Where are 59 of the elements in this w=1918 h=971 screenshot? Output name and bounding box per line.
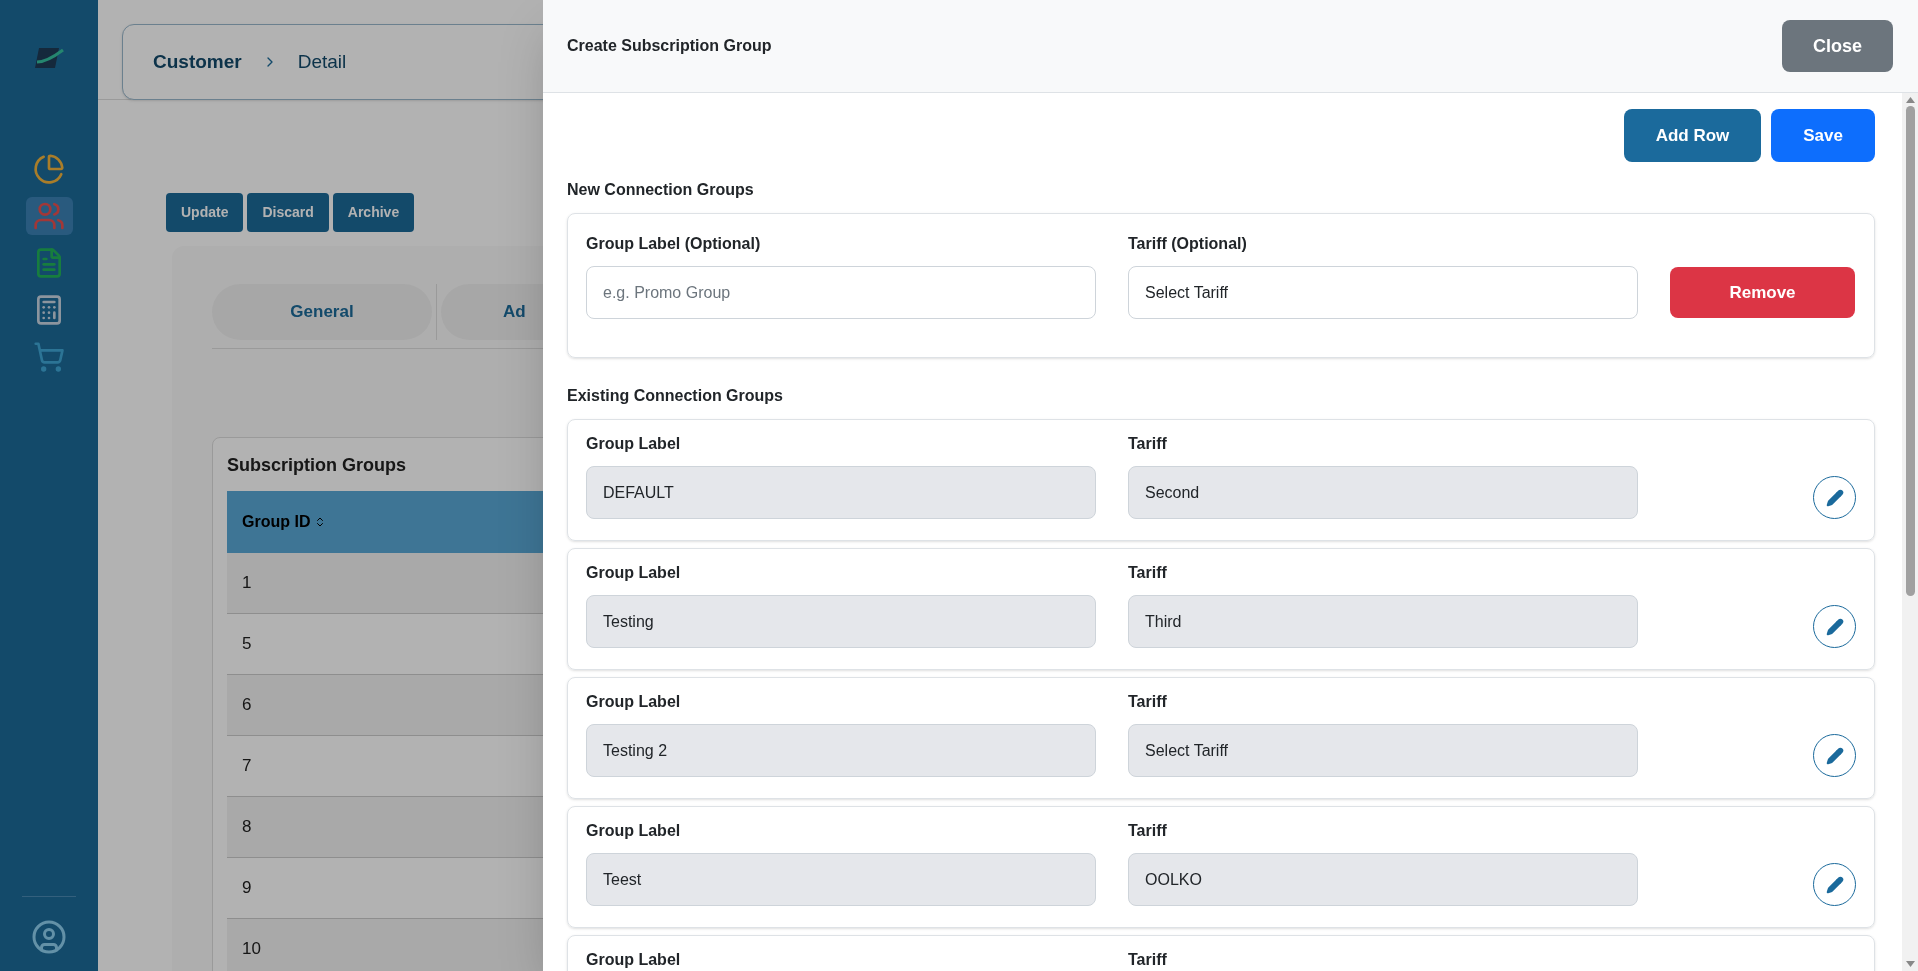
group-label-field[interactable]: Teest — [586, 853, 1096, 906]
group-label-field[interactable]: Testing — [586, 595, 1096, 648]
table-cell-text: 9 — [242, 877, 252, 900]
edit-button[interactable] — [1813, 734, 1856, 777]
field-label: Group Label — [586, 950, 682, 970]
tariff-select[interactable]: Select Tariff — [1128, 266, 1638, 319]
field-label: Group Label — [586, 563, 682, 583]
action-button[interactable]: Archive — [332, 193, 415, 232]
group-label-field[interactable]: DEFAULT — [586, 466, 1096, 519]
pencil-icon — [1825, 746, 1844, 765]
people-icon — [33, 200, 65, 232]
action-button[interactable]: Discard — [247, 193, 329, 232]
edit-button[interactable] — [1813, 605, 1856, 648]
add-row-button[interactable]: Add Row — [1624, 109, 1761, 162]
tab[interactable]: General — [212, 284, 432, 340]
user-avatar-icon[interactable] — [31, 919, 67, 955]
column-header[interactable]: Group ID — [242, 510, 311, 534]
table-title: Subscription Groups — [227, 454, 407, 477]
section-title: New Connection Groups — [567, 180, 755, 200]
edit-button[interactable] — [1813, 863, 1856, 906]
table-cell-text: 8 — [242, 816, 252, 839]
table-cell-text: 10 — [242, 938, 261, 961]
panel-title: Create Subscription Group — [567, 36, 772, 56]
cart-icon — [33, 341, 65, 373]
tariff-field[interactable]: OOLKO — [1128, 853, 1638, 906]
breadcrumb-current: Detail — [297, 49, 347, 74]
tariff-field[interactable]: Second — [1128, 466, 1638, 519]
table-cell-text: 7 — [242, 755, 252, 778]
scroll-down-arrow-icon[interactable] — [1905, 961, 1915, 967]
field-label: Group Label — [586, 692, 682, 712]
pencil-icon — [1825, 875, 1844, 894]
pencil-icon — [1825, 488, 1844, 507]
table-cell-text: 1 — [242, 572, 252, 595]
action-button[interactable]: Update — [166, 193, 244, 232]
close-button[interactable]: Close — [1782, 20, 1893, 72]
field-label: Tariff — [1128, 950, 1168, 970]
tariff-field[interactable]: Select Tariff — [1128, 724, 1638, 777]
breadcrumb-link[interactable]: Customer — [153, 47, 242, 77]
scrollbar-thumb[interactable] — [1905, 106, 1915, 596]
field-label: Tariff — [1128, 563, 1168, 583]
field-label: Tariff — [1128, 692, 1168, 712]
remove-button[interactable]: Remove — [1670, 267, 1855, 318]
field-label: Group Label — [586, 821, 682, 841]
field-label: Group Label (Optional) — [586, 234, 762, 254]
section-title: Existing Connection Groups — [567, 386, 784, 406]
field-label: Group Label — [586, 434, 682, 454]
field-label: Tariff (Optional) — [1128, 234, 1248, 254]
pie-chart-icon — [33, 153, 65, 185]
group-label-input[interactable]: e.g. Promo Group — [586, 266, 1096, 319]
field-label: Tariff — [1128, 434, 1168, 454]
group-label-field[interactable]: Testing 2 — [586, 724, 1096, 777]
tariff-field[interactable]: Third — [1128, 595, 1638, 648]
save-button[interactable]: Save — [1771, 109, 1875, 162]
table-cell-text: 6 — [242, 694, 252, 717]
scroll-up-arrow-icon[interactable] — [1905, 97, 1915, 103]
pencil-icon — [1825, 617, 1844, 636]
table-cell-text: 5 — [242, 633, 252, 656]
field-label: Tariff — [1128, 821, 1168, 841]
edit-button[interactable] — [1813, 476, 1856, 519]
